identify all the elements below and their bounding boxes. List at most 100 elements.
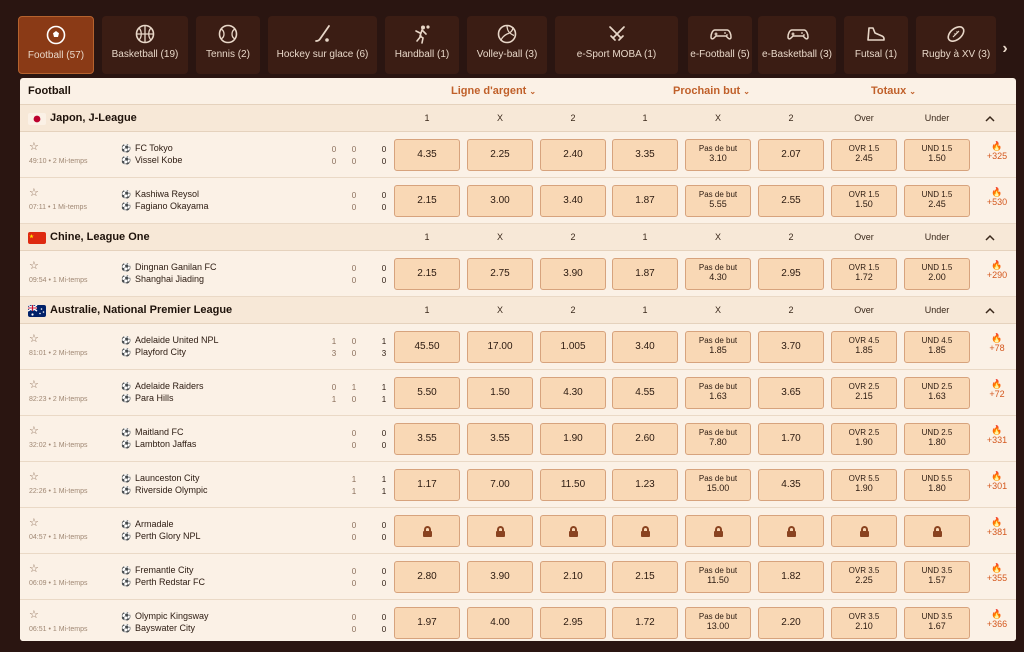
- odds-button[interactable]: UND 1.5 2.00: [904, 258, 970, 290]
- odds-button[interactable]: 2.55: [758, 185, 824, 217]
- odds-button[interactable]: OVR 1.5 1.50: [831, 185, 897, 217]
- odds-button[interactable]: 2.40: [540, 139, 606, 171]
- sport-tab[interactable]: e-Basketball (3): [758, 16, 836, 74]
- sport-tab[interactable]: Hockey sur glace (6): [268, 16, 377, 74]
- odds-button[interactable]: 2.15: [612, 561, 678, 593]
- odds-button[interactable]: 3.70: [758, 331, 824, 363]
- odds-button[interactable]: [612, 515, 678, 547]
- odds-button[interactable]: Pas de but 11.50: [685, 561, 751, 593]
- more-markets-link[interactable]: 🔥 +290: [982, 260, 1012, 280]
- odds-button[interactable]: 2.15: [394, 258, 460, 290]
- odds-button[interactable]: 1.90: [540, 423, 606, 455]
- odds-button[interactable]: 3.90: [540, 258, 606, 290]
- sport-tab[interactable]: Football (57): [18, 16, 94, 74]
- favorite-star-icon[interactable]: ☆: [29, 518, 39, 529]
- odds-button[interactable]: UND 2.5 1.63: [904, 377, 970, 409]
- odds-button[interactable]: [685, 515, 751, 547]
- odds-button[interactable]: [394, 515, 460, 547]
- odds-button[interactable]: 11.50: [540, 469, 606, 501]
- odds-button[interactable]: 3.55: [394, 423, 460, 455]
- odds-button[interactable]: Pas de but 5.55: [685, 185, 751, 217]
- chevron-right-icon[interactable]: ›: [994, 38, 1016, 60]
- odds-button[interactable]: 1.23: [612, 469, 678, 501]
- more-markets-link[interactable]: 🔥 +355: [982, 563, 1012, 583]
- odds-button[interactable]: 17.00: [467, 331, 533, 363]
- sport-tab[interactable]: e-Sport MOBA (1): [555, 16, 678, 74]
- odds-button[interactable]: OVR 2.5 2.15: [831, 377, 897, 409]
- odds-button[interactable]: 7.00: [467, 469, 533, 501]
- sport-tab[interactable]: Basketball (19): [102, 16, 188, 74]
- favorite-star-icon[interactable]: ☆: [29, 472, 39, 483]
- odds-button[interactable]: [467, 515, 533, 547]
- odds-button[interactable]: [831, 515, 897, 547]
- odds-button[interactable]: 4.00: [467, 607, 533, 639]
- odds-button[interactable]: OVR 4.5 1.85: [831, 331, 897, 363]
- favorite-star-icon[interactable]: ☆: [29, 261, 39, 272]
- favorite-star-icon[interactable]: ☆: [29, 564, 39, 575]
- market-moneyline-dropdown[interactable]: Ligne d'argent ⌄: [451, 85, 536, 97]
- odds-button[interactable]: 2.25: [467, 139, 533, 171]
- odds-button[interactable]: 1.87: [612, 185, 678, 217]
- favorite-star-icon[interactable]: ☆: [29, 380, 39, 391]
- odds-button[interactable]: 3.35: [612, 139, 678, 171]
- odds-button[interactable]: 4.55: [612, 377, 678, 409]
- more-markets-link[interactable]: 🔥 +331: [982, 425, 1012, 445]
- odds-button[interactable]: 4.35: [394, 139, 460, 171]
- odds-button[interactable]: UND 3.5 1.57: [904, 561, 970, 593]
- odds-button[interactable]: Pas de but 1.63: [685, 377, 751, 409]
- odds-button[interactable]: Pas de but 15.00: [685, 469, 751, 501]
- sport-tab[interactable]: Handball (1): [385, 16, 459, 74]
- odds-button[interactable]: Pas de but 13.00: [685, 607, 751, 639]
- market-totals-dropdown[interactable]: Totaux ⌄: [871, 85, 916, 97]
- odds-button[interactable]: 2.10: [540, 561, 606, 593]
- market-next-goal-dropdown[interactable]: Prochain but ⌄: [673, 85, 750, 97]
- more-markets-link[interactable]: 🔥 +381: [982, 517, 1012, 537]
- odds-button[interactable]: 2.75: [467, 258, 533, 290]
- odds-button[interactable]: 2.15: [394, 185, 460, 217]
- odds-button[interactable]: 1.17: [394, 469, 460, 501]
- odds-button[interactable]: 5.50: [394, 377, 460, 409]
- odds-button[interactable]: OVR 1.5 2.45: [831, 139, 897, 171]
- sport-tab[interactable]: Volley-ball (3): [467, 16, 547, 74]
- odds-button[interactable]: UND 1.5 2.45: [904, 185, 970, 217]
- chevron-up-icon[interactable]: [982, 111, 998, 127]
- odds-button[interactable]: 1.72: [612, 607, 678, 639]
- odds-button[interactable]: 1.50: [467, 377, 533, 409]
- more-markets-link[interactable]: 🔥 +72: [982, 379, 1012, 399]
- odds-button[interactable]: 45.50: [394, 331, 460, 363]
- sport-tab[interactable]: Tennis (2): [196, 16, 260, 74]
- odds-button[interactable]: 2.20: [758, 607, 824, 639]
- favorite-star-icon[interactable]: ☆: [29, 334, 39, 345]
- odds-button[interactable]: 1.97: [394, 607, 460, 639]
- sport-tab[interactable]: Rugby à XV (3): [916, 16, 996, 74]
- odds-button[interactable]: 1.82: [758, 561, 824, 593]
- odds-button[interactable]: 1.87: [612, 258, 678, 290]
- odds-button[interactable]: 2.95: [540, 607, 606, 639]
- odds-button[interactable]: UND 4.5 1.85: [904, 331, 970, 363]
- odds-button[interactable]: UND 2.5 1.80: [904, 423, 970, 455]
- odds-button[interactable]: UND 5.5 1.80: [904, 469, 970, 501]
- odds-button[interactable]: Pas de but 3.10: [685, 139, 751, 171]
- odds-button[interactable]: Pas de but 1.85: [685, 331, 751, 363]
- odds-button[interactable]: 4.30: [540, 377, 606, 409]
- odds-button[interactable]: Pas de but 4.30: [685, 258, 751, 290]
- favorite-star-icon[interactable]: ☆: [29, 426, 39, 437]
- odds-button[interactable]: 1.005: [540, 331, 606, 363]
- odds-button[interactable]: OVR 3.5 2.10: [831, 607, 897, 639]
- favorite-star-icon[interactable]: ☆: [29, 610, 39, 621]
- odds-button[interactable]: 1.70: [758, 423, 824, 455]
- more-markets-link[interactable]: 🔥 +366: [982, 609, 1012, 629]
- more-markets-link[interactable]: 🔥 +530: [982, 187, 1012, 207]
- odds-button[interactable]: 2.80: [394, 561, 460, 593]
- odds-button[interactable]: 3.40: [540, 185, 606, 217]
- odds-button[interactable]: 2.60: [612, 423, 678, 455]
- odds-button[interactable]: 3.90: [467, 561, 533, 593]
- odds-button[interactable]: Pas de but 7.80: [685, 423, 751, 455]
- odds-button[interactable]: 2.95: [758, 258, 824, 290]
- odds-button[interactable]: OVR 5.5 1.90: [831, 469, 897, 501]
- odds-button[interactable]: [540, 515, 606, 547]
- more-markets-link[interactable]: 🔥 +325: [982, 141, 1012, 161]
- odds-button[interactable]: 2.07: [758, 139, 824, 171]
- odds-button[interactable]: OVR 2.5 1.90: [831, 423, 897, 455]
- odds-button[interactable]: OVR 1.5 1.72: [831, 258, 897, 290]
